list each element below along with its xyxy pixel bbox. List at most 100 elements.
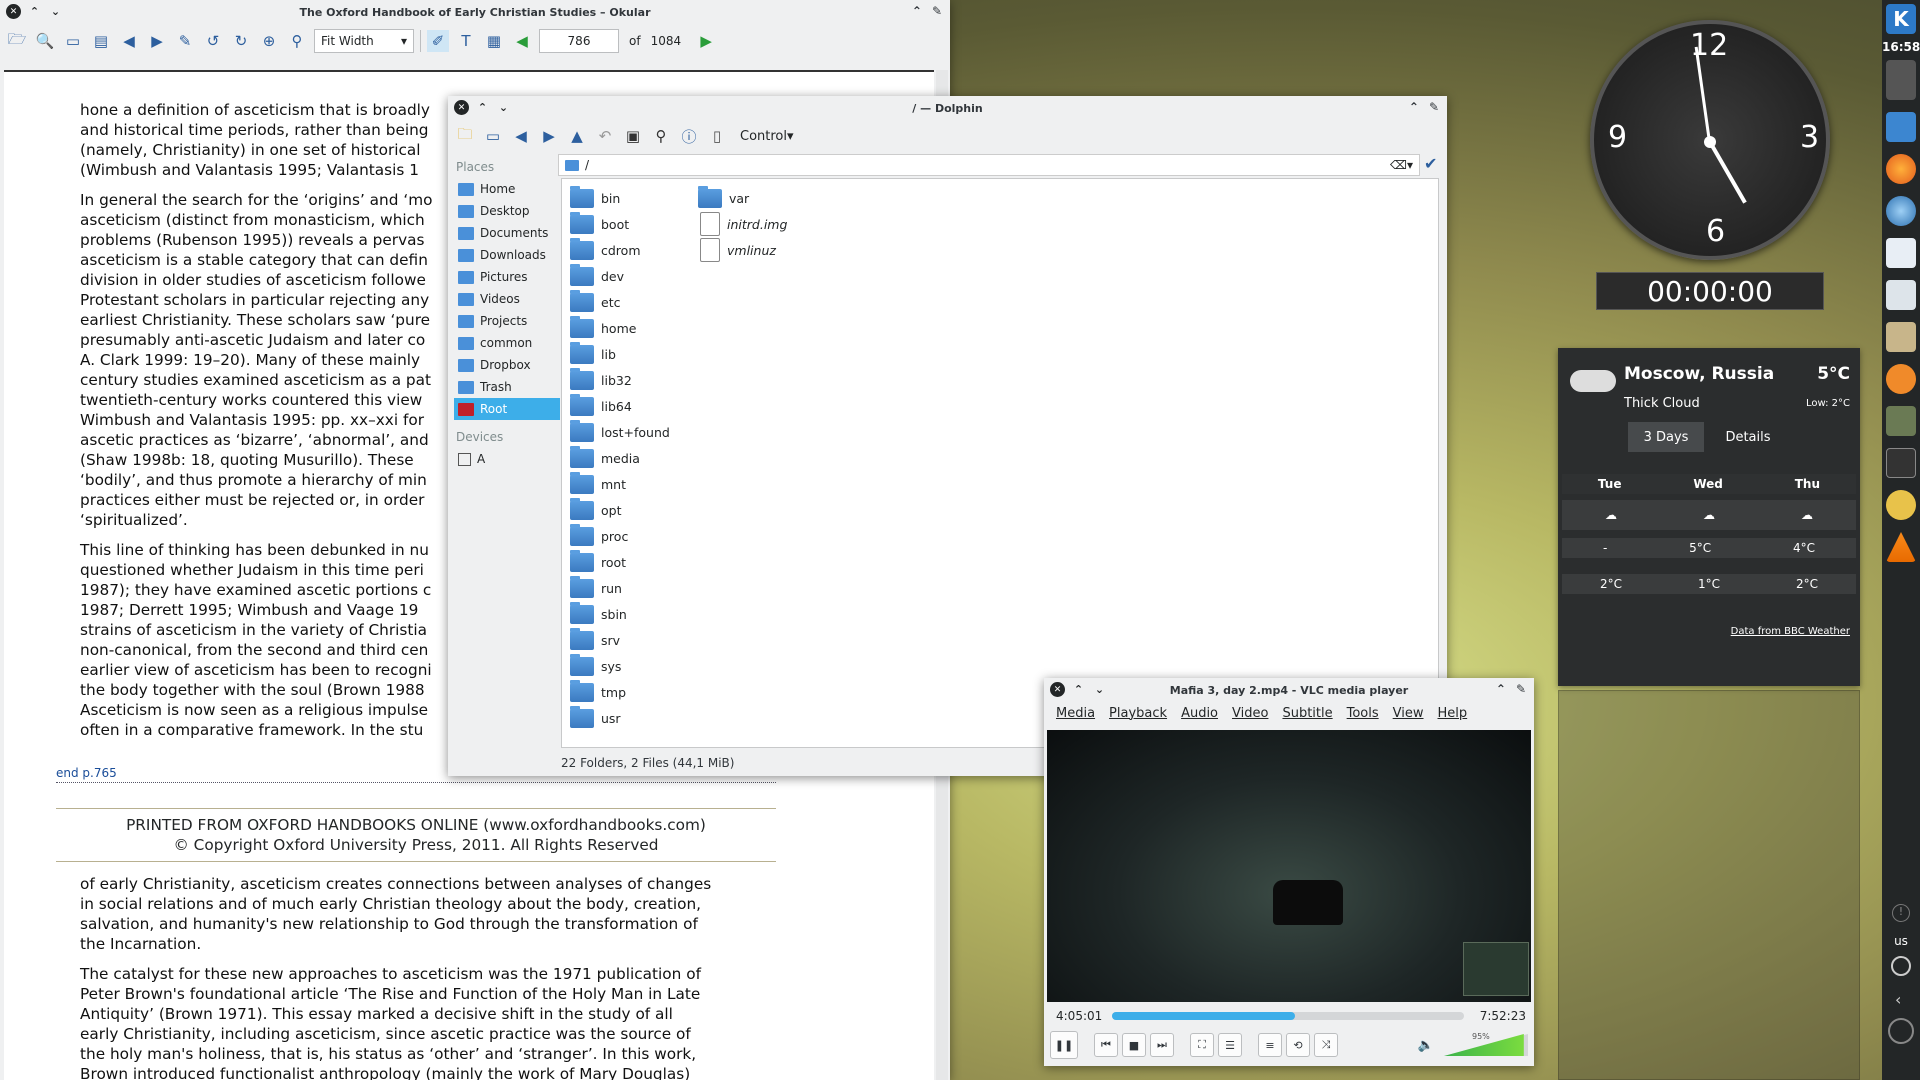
location-bar[interactable]: / ⌫▾ (558, 154, 1420, 176)
next-page-icon[interactable]: ▶ (695, 30, 717, 52)
pin-icon[interactable]: ✎ (932, 4, 942, 18)
page-number-input[interactable]: 786 (539, 29, 619, 53)
thunderbird-icon[interactable] (1886, 196, 1916, 226)
vlc-icon[interactable] (1886, 532, 1916, 562)
place-item-root[interactable]: Root (454, 398, 560, 420)
seek-bar[interactable] (1112, 1012, 1464, 1020)
folder-item[interactable]: home (570, 315, 636, 341)
info-icon[interactable]: ⓘ (678, 125, 700, 147)
menu-video[interactable]: Video (1232, 706, 1268, 722)
speaker-icon[interactable]: 🔈 (1418, 1038, 1434, 1053)
menu-subtitle[interactable]: Subtitle (1282, 706, 1332, 722)
forward-icon[interactable]: ▶ (146, 30, 168, 52)
new-tab-icon[interactable]: ▭ (482, 125, 504, 147)
fit-page-icon[interactable]: ▭ (62, 30, 84, 52)
menu-audio[interactable]: Audio (1181, 706, 1218, 722)
keyboard-layout[interactable]: us (1882, 934, 1920, 948)
device-item[interactable]: A (454, 448, 560, 470)
annotate-icon[interactable]: ✎ (174, 30, 196, 52)
menu-tools[interactable]: Tools (1347, 706, 1379, 722)
chevron-down-icon[interactable]: ⌄ (496, 100, 511, 115)
terminal-icon[interactable] (1886, 448, 1916, 478)
rotate-left-icon[interactable]: ↺ (202, 30, 224, 52)
place-item-videos[interactable]: Videos (454, 288, 560, 310)
add-bookmark-icon[interactable]: ⊕ (258, 30, 280, 52)
folder-item[interactable]: tmp (570, 679, 626, 705)
place-item-desktop[interactable]: Desktop (454, 200, 560, 222)
qbittorrent-icon[interactable] (1891, 956, 1911, 976)
folder-item[interactable]: lib64 (570, 393, 632, 419)
folder-item[interactable]: sbin (570, 601, 627, 627)
close-icon[interactable]: ✕ (6, 4, 21, 19)
chevron-up-icon[interactable]: ⌃ (27, 4, 42, 19)
folder-item[interactable]: bin (570, 185, 620, 211)
folder-item[interactable]: opt (570, 497, 621, 523)
find-icon[interactable]: ⚲ (286, 30, 308, 52)
tab-3-days[interactable]: 3 Days (1628, 422, 1704, 452)
open-file-icon[interactable]: 🗁 (6, 30, 28, 52)
pause-button[interactable]: ❚❚ (1050, 1031, 1078, 1059)
place-item-downloads[interactable]: Downloads (454, 244, 560, 266)
folder-item[interactable]: usr (570, 705, 621, 731)
back-icon[interactable]: ◀ (118, 30, 140, 52)
folder-item[interactable]: mnt (570, 471, 626, 497)
clear-icon[interactable]: ⌫▾ (1390, 158, 1413, 172)
chevron-up-icon[interactable]: ⌃ (1071, 682, 1086, 697)
fullscreen-button[interactable]: ⛶ (1190, 1033, 1214, 1057)
menu-view[interactable]: View (1393, 706, 1424, 722)
folder-item[interactable]: sys (570, 653, 621, 679)
volume-slider[interactable]: 95% (1444, 1032, 1528, 1056)
tab-details[interactable]: Details (1710, 422, 1786, 452)
okular-icon[interactable] (1886, 280, 1916, 310)
weather-source-link[interactable]: Data from BBC Weather (1731, 626, 1850, 637)
up-icon[interactable]: ▲ (566, 125, 588, 147)
pager-icon[interactable] (1886, 60, 1916, 100)
writer-icon[interactable] (1886, 238, 1916, 268)
place-item-documents[interactable]: Documents (454, 222, 560, 244)
folder-item[interactable]: etc (570, 289, 620, 315)
menu-help[interactable]: Help (1438, 706, 1468, 722)
terminal-icon[interactable]: ▣ (622, 125, 644, 147)
folder-item[interactable]: boot (570, 211, 629, 237)
stop-button[interactable]: ■ (1122, 1033, 1146, 1057)
folder-item[interactable]: proc (570, 523, 628, 549)
table-select-icon[interactable]: ▦ (483, 30, 505, 52)
chevron-down-icon[interactable]: ⌄ (1092, 682, 1107, 697)
menu-playback[interactable]: Playback (1109, 706, 1167, 722)
chevron-down-icon[interactable]: ⌄ (48, 4, 63, 19)
place-item-projects[interactable]: Projects (454, 310, 560, 332)
folder-item[interactable]: lib (570, 341, 616, 367)
banana-icon[interactable] (1886, 364, 1916, 394)
place-item-common[interactable]: common (454, 332, 560, 354)
undo-icon[interactable]: ↶ (594, 125, 616, 147)
previous-button[interactable]: ⏮ (1094, 1033, 1118, 1057)
book-icon[interactable] (1886, 322, 1916, 352)
prev-page-icon[interactable]: ◀ (511, 30, 533, 52)
find-icon[interactable]: ⚲ (650, 125, 672, 147)
page-view-icon[interactable]: ▤ (90, 30, 112, 52)
loop-button[interactable]: ⟲ (1286, 1033, 1310, 1057)
extended-settings-button[interactable]: ☰ (1218, 1033, 1242, 1057)
zoom-select[interactable]: Fit Width ▾ (314, 29, 414, 53)
folder-item[interactable]: srv (570, 627, 620, 653)
image-viewer-icon[interactable] (1886, 406, 1916, 436)
folder-item[interactable]: lib32 (570, 367, 632, 393)
folder-item[interactable]: dev (570, 263, 624, 289)
keep-above-icon[interactable]: ⌃ (912, 4, 922, 18)
firefox-icon[interactable] (1886, 154, 1916, 184)
chevron-up-icon[interactable]: ⌃ (475, 100, 490, 115)
keep-above-icon[interactable]: ⌃ (1409, 100, 1419, 114)
rotate-right-icon[interactable]: ↻ (230, 30, 252, 52)
place-item-home[interactable]: Home (454, 178, 560, 200)
playlist-button[interactable]: ≡ (1258, 1033, 1282, 1057)
browse-tool-icon[interactable]: ✐ (427, 30, 449, 52)
file-manager-icon[interactable] (1886, 112, 1916, 142)
panel-clock[interactable]: 16:58 (1882, 40, 1920, 54)
expand-tray-icon[interactable]: ‹ (1895, 990, 1901, 1009)
folder-item[interactable]: media (570, 445, 640, 471)
info-icon[interactable]: ! (1892, 904, 1910, 922)
pin-icon[interactable]: ✎ (1429, 100, 1439, 114)
kde-launcher-icon[interactable]: K (1886, 4, 1916, 34)
close-icon[interactable]: ✕ (1050, 682, 1065, 697)
tea-icon[interactable] (1886, 490, 1916, 520)
